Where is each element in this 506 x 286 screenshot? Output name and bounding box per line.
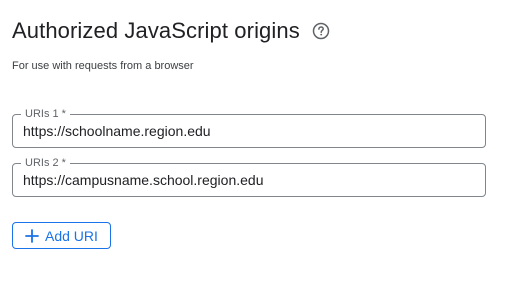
section-subtitle: For use with requests from a browser	[12, 60, 194, 72]
help-icon[interactable]	[312, 22, 330, 40]
uri-field-2[interactable]: URIs 2 *	[12, 156, 486, 197]
uri-field-1[interactable]: URIs 1 *	[12, 107, 486, 148]
uri-input-2[interactable]	[23, 164, 473, 196]
plus-icon	[25, 228, 39, 243]
uri-input-1[interactable]	[23, 115, 473, 147]
section-title: Authorized JavaScript origins	[12, 18, 300, 43]
section-header: Authorized JavaScript origins	[12, 18, 330, 44]
add-uri-label: Add URI	[45, 227, 98, 244]
add-uri-button[interactable]: Add URI	[12, 222, 111, 249]
